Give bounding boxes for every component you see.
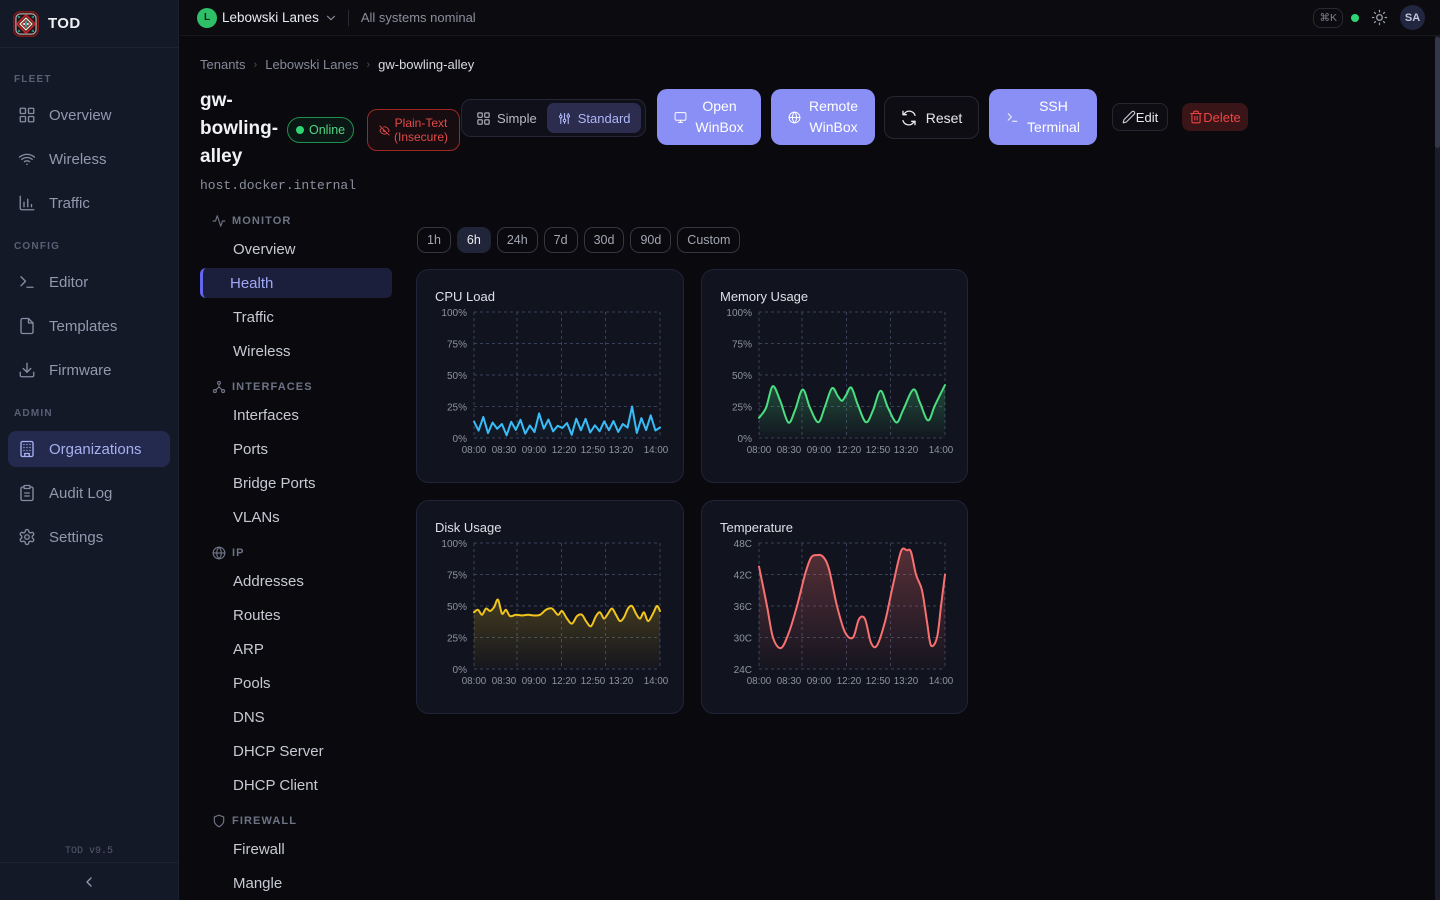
svg-text:75%: 75%: [447, 571, 467, 582]
svg-text:08:30: 08:30: [777, 676, 802, 687]
svg-text:75%: 75%: [732, 340, 752, 351]
svg-text:24C: 24C: [734, 665, 752, 676]
svg-text:12:20: 12:20: [837, 445, 862, 456]
svg-text:100%: 100%: [441, 539, 467, 550]
svg-text:75%: 75%: [447, 340, 467, 351]
svg-text:14:00: 14:00: [929, 676, 954, 687]
svg-text:13:20: 13:20: [894, 445, 919, 456]
svg-text:0%: 0%: [453, 434, 468, 445]
svg-text:12:50: 12:50: [581, 445, 606, 456]
svg-text:Temperature: Temperature: [720, 520, 793, 535]
svg-text:13:20: 13:20: [894, 676, 919, 687]
svg-text:0%: 0%: [453, 665, 468, 676]
svg-text:12:20: 12:20: [552, 445, 577, 456]
svg-text:50%: 50%: [447, 602, 467, 613]
svg-text:12:50: 12:50: [866, 445, 891, 456]
svg-text:25%: 25%: [447, 634, 467, 645]
svg-text:13:20: 13:20: [609, 676, 634, 687]
svg-text:14:00: 14:00: [644, 676, 669, 687]
svg-text:12:50: 12:50: [581, 676, 606, 687]
svg-text:25%: 25%: [732, 403, 752, 414]
svg-text:25%: 25%: [447, 403, 467, 414]
svg-text:13:20: 13:20: [609, 445, 634, 456]
svg-text:50%: 50%: [447, 371, 467, 382]
svg-text:14:00: 14:00: [644, 445, 669, 456]
svg-text:08:30: 08:30: [492, 445, 517, 456]
svg-text:0%: 0%: [738, 434, 753, 445]
svg-text:36C: 36C: [734, 602, 752, 613]
svg-text:100%: 100%: [441, 308, 467, 319]
svg-text:12:50: 12:50: [866, 676, 891, 687]
svg-text:08:00: 08:00: [747, 676, 772, 687]
svg-text:30C: 30C: [734, 634, 752, 645]
svg-text:09:00: 09:00: [522, 445, 547, 456]
svg-text:12:20: 12:20: [552, 676, 577, 687]
svg-text:CPU Load: CPU Load: [435, 289, 495, 304]
svg-text:Memory Usage: Memory Usage: [720, 289, 808, 304]
svg-text:08:30: 08:30: [492, 676, 517, 687]
svg-text:48C: 48C: [734, 539, 752, 550]
svg-text:08:30: 08:30: [777, 445, 802, 456]
svg-text:08:00: 08:00: [462, 676, 487, 687]
svg-text:09:00: 09:00: [807, 676, 832, 687]
svg-text:08:00: 08:00: [462, 445, 487, 456]
svg-text:50%: 50%: [732, 371, 752, 382]
svg-text:14:00: 14:00: [929, 445, 954, 456]
svg-text:09:00: 09:00: [522, 676, 547, 687]
svg-text:09:00: 09:00: [807, 445, 832, 456]
svg-text:42C: 42C: [734, 571, 752, 582]
svg-text:12:20: 12:20: [837, 676, 862, 687]
svg-text:08:00: 08:00: [747, 445, 772, 456]
svg-text:100%: 100%: [726, 308, 752, 319]
svg-text:Disk Usage: Disk Usage: [435, 520, 501, 535]
